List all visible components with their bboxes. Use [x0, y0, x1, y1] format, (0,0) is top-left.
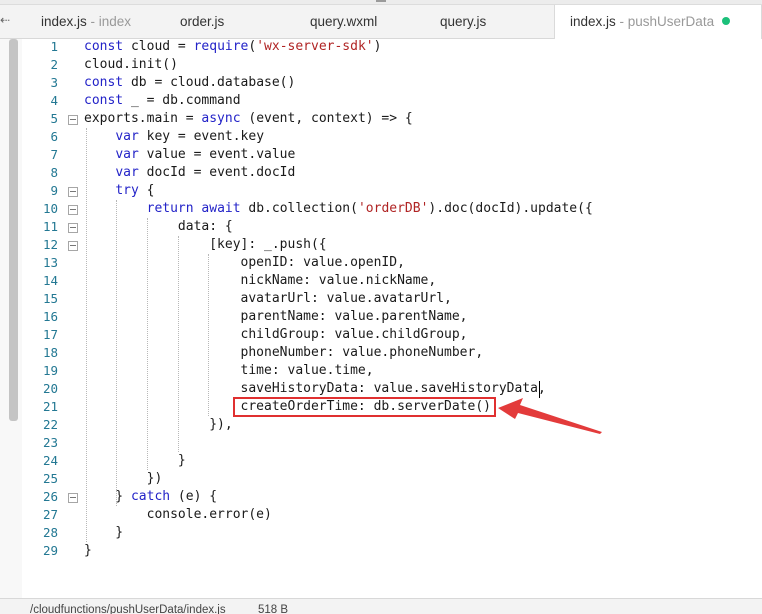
file-size: 518 B	[258, 604, 289, 614]
status-bar: /cloudfunctions/pushUserData/index.js 51…	[0, 598, 762, 614]
annotation-arrow-icon	[498, 398, 602, 434]
file-path: /cloudfunctions/pushUserData/index.js	[30, 604, 226, 614]
